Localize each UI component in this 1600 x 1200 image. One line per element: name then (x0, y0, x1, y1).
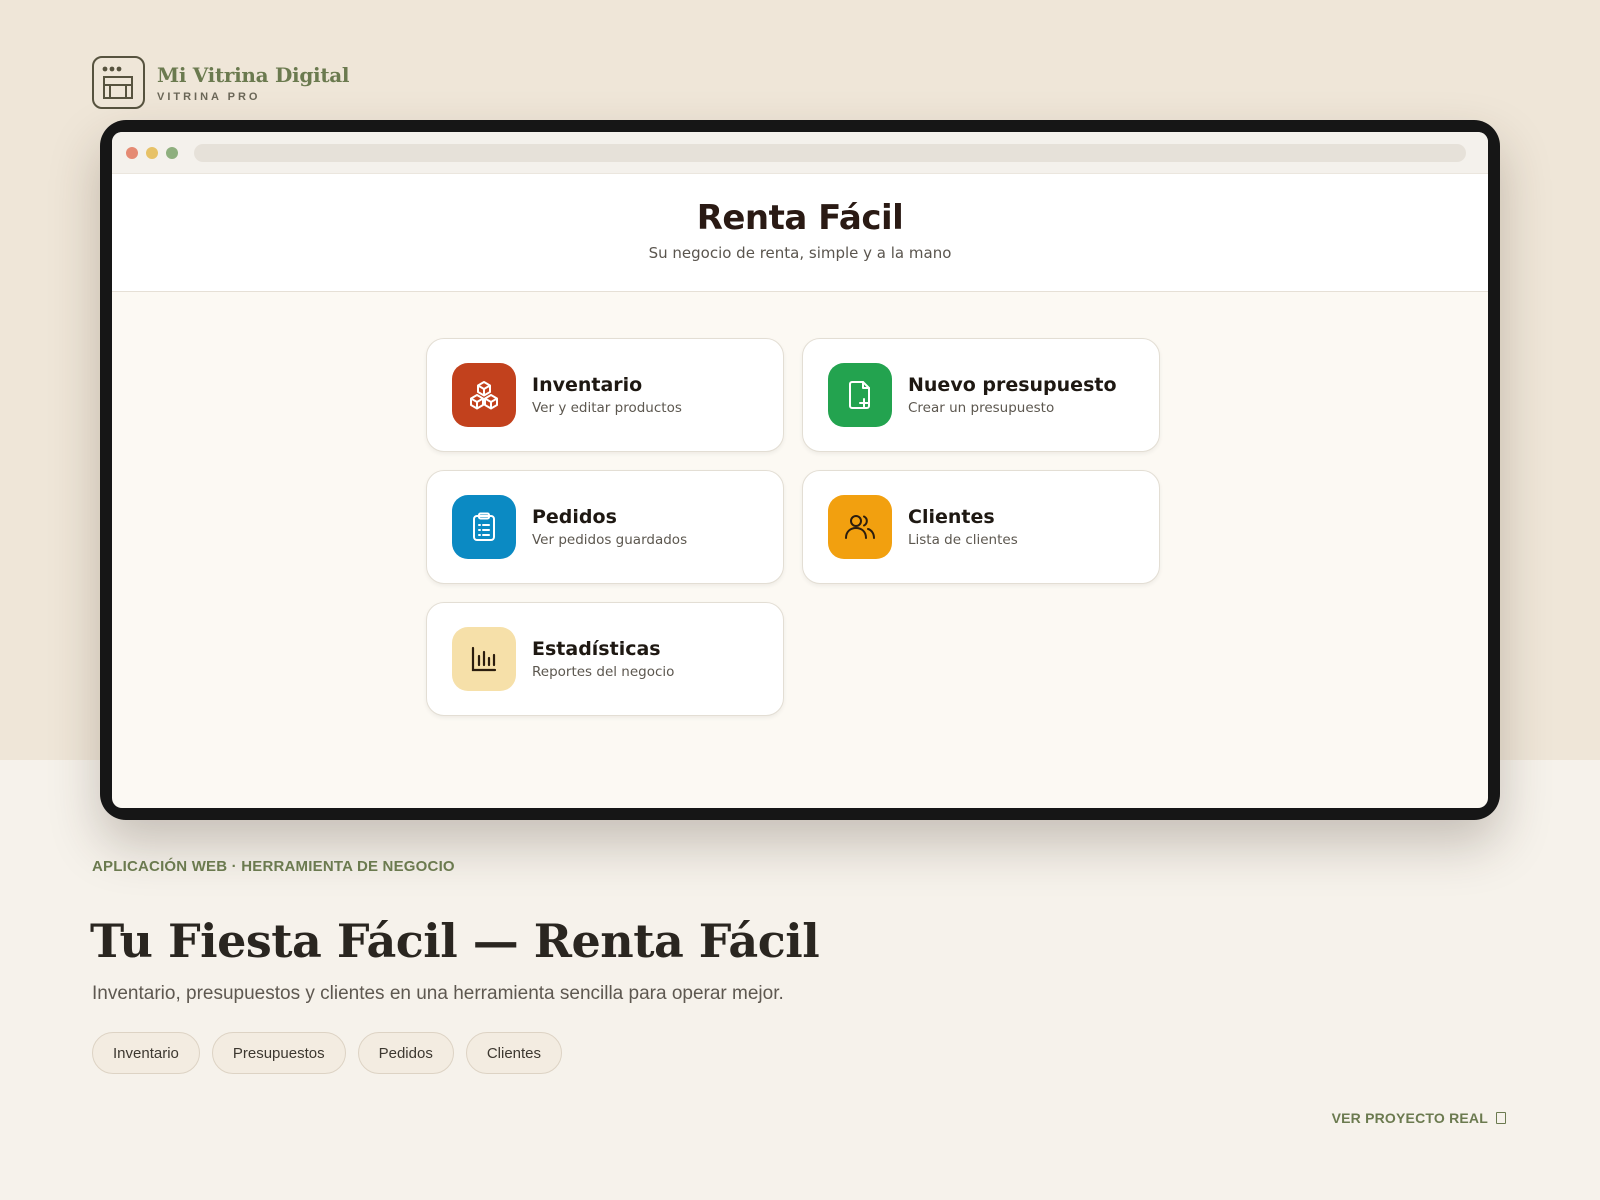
brand-name: Mi Vitrina Digital (157, 62, 350, 87)
card-title: Pedidos (532, 506, 617, 528)
device-mockup: Renta Fácil Su negocio de renta, simple … (100, 120, 1500, 820)
card-description: Reportes del negocio (532, 664, 675, 680)
boxes-icon (452, 363, 516, 427)
window-close-dot (126, 146, 138, 159)
tag-chip[interactable]: Presupuestos (211, 1032, 346, 1074)
app-screen: Renta Fácil Su negocio de renta, simple … (112, 132, 1488, 808)
card-description: Lista de clientes (908, 532, 1018, 548)
file-plus-icon (828, 363, 892, 427)
brand-tagline: VITRINA PRO (157, 90, 261, 103)
card-title: Inventario (532, 374, 643, 396)
bar-chart-icon (452, 627, 516, 691)
card-description: Ver pedidos guardados (532, 532, 688, 548)
view-project-label: VER PROYECTO REAL (1331, 1110, 1488, 1126)
tag-list: Inventario Presupuestos Pedidos Clientes (92, 1032, 563, 1074)
window-maximize-dot (166, 146, 178, 159)
external-link-icon (1496, 1112, 1506, 1124)
project-description: Inventario, presupuestos y clientes en u… (92, 983, 784, 1004)
project-title: Tu Fiesta Fácil — Renta Fácil (90, 914, 820, 968)
card-title: Clientes (908, 506, 995, 528)
app-subtitle: Su negocio de renta, simple y a la mano (648, 244, 952, 262)
tag-chip[interactable]: Pedidos (357, 1032, 454, 1074)
storefront-icon (92, 56, 145, 109)
card-description: Crear un presupuesto (908, 400, 1055, 416)
card-estadisticas[interactable]: Estadísticas Reportes del negocio (426, 602, 784, 716)
card-description: Ver y editar productos (532, 400, 682, 416)
card-nuevo-presupuesto[interactable]: Nuevo presupuesto Crear un presupuesto (802, 338, 1160, 452)
menu-grid: Inventario Ver y editar productos Nuevo … (426, 338, 1160, 716)
address-bar (194, 143, 1466, 162)
view-project-link[interactable]: VER PROYECTO REAL (1332, 1110, 1506, 1126)
clipboard-icon (452, 495, 516, 559)
browser-chrome (112, 132, 1488, 174)
users-icon (828, 495, 892, 559)
tag-chip[interactable]: Clientes (465, 1032, 563, 1074)
card-clientes[interactable]: Clientes Lista de clientes (802, 470, 1160, 584)
tag-chip[interactable]: Inventario (92, 1032, 200, 1074)
app-header: Renta Fácil Su negocio de renta, simple … (112, 174, 1488, 292)
brand-header[interactable]: Mi Vitrina Digital VITRINA PRO (92, 56, 350, 109)
app-title: Renta Fácil (696, 198, 904, 238)
card-title: Nuevo presupuesto (908, 374, 1117, 396)
card-title: Estadísticas (532, 638, 661, 660)
card-pedidos[interactable]: Pedidos Ver pedidos guardados (426, 470, 784, 584)
card-inventario[interactable]: Inventario Ver y editar productos (426, 338, 784, 452)
project-category: APLICACIÓN WEB · HERRAMIENTA DE NEGOCIO (92, 858, 455, 875)
window-minimize-dot (146, 146, 158, 159)
